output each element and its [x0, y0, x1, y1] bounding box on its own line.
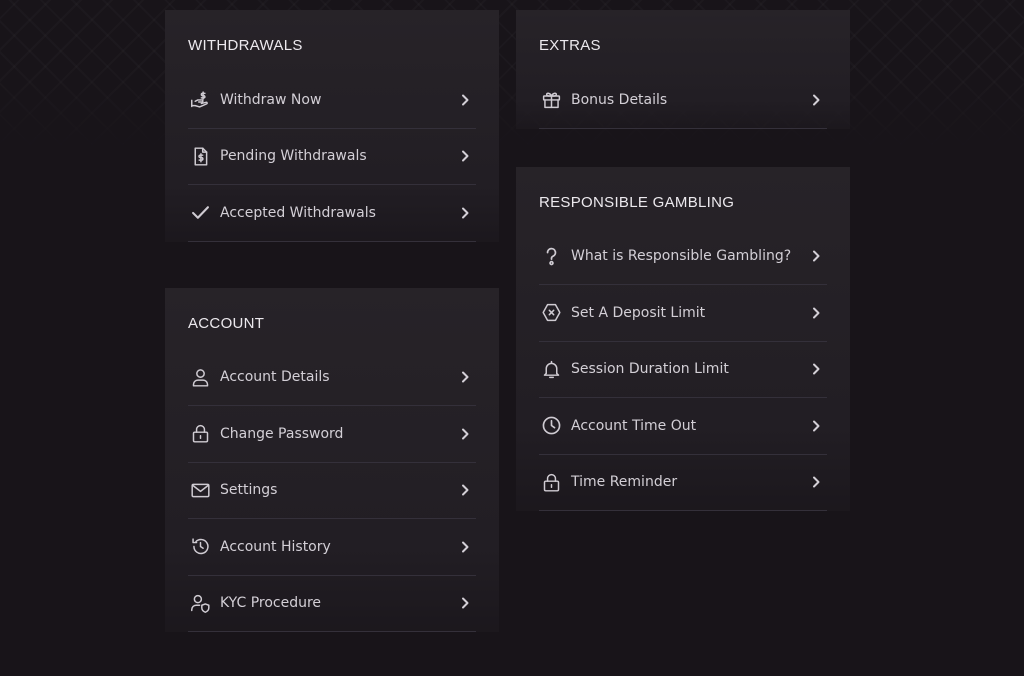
menu-item-label: Set A Deposit Limit [571, 304, 706, 321]
bell-icon [539, 357, 563, 381]
hand-dollar-icon [188, 88, 212, 112]
menu-item-session-duration-limit[interactable]: Session Duration Limit [539, 342, 827, 398]
menu-item-account-time-out[interactable]: Account Time Out [539, 398, 827, 455]
chevron-right-icon [458, 93, 472, 107]
chevron-right-icon [458, 427, 472, 441]
right-column: EXTRAS Bonus Details RESPONSIBLE GAMBLIN… [516, 10, 850, 511]
extras-card: EXTRAS Bonus Details [516, 10, 850, 129]
withdrawals-card: WITHDRAWALS Withdraw Now Pending Withdra… [165, 10, 499, 242]
octagon-x-icon [539, 301, 563, 325]
envelope-icon [188, 478, 212, 502]
clock-icon [539, 414, 563, 438]
menu-item-account-details[interactable]: Account Details [188, 350, 476, 406]
menu-item-label: Account History [220, 538, 331, 555]
menu-item-label: Account Details [220, 369, 330, 386]
menu-item-what-is-responsible-gambling[interactable]: What is Responsible Gambling? [539, 229, 827, 285]
chevron-right-icon [809, 306, 823, 320]
lock-icon [188, 422, 212, 446]
menu-item-pending-withdrawals[interactable]: Pending Withdrawals [188, 129, 476, 185]
chevron-right-icon [458, 149, 472, 163]
menu-item-label: Session Duration Limit [571, 361, 729, 378]
menu-item-label: What is Responsible Gambling? [571, 248, 792, 265]
chevron-right-icon [809, 419, 823, 433]
user-icon [188, 365, 212, 389]
menu-item-label: Account Time Out [571, 417, 697, 434]
question-icon [539, 244, 563, 268]
menu-item-label: Settings [220, 482, 278, 499]
responsible-gambling-title: RESPONSIBLE GAMBLING [539, 193, 735, 211]
chevron-right-icon [809, 362, 823, 376]
chevron-right-icon [458, 206, 472, 220]
menu-item-settings[interactable]: Settings [188, 463, 476, 519]
user-shield-icon [188, 591, 212, 615]
menu-item-account-history[interactable]: Account History [188, 519, 476, 576]
chevron-right-icon [809, 249, 823, 263]
checkmark-icon [188, 201, 212, 225]
chevron-right-icon [458, 596, 472, 610]
lock-icon [539, 470, 563, 494]
menu-item-label: Pending Withdrawals [220, 148, 367, 165]
gift-icon [539, 88, 563, 112]
chevron-right-icon [458, 370, 472, 384]
menu-item-time-reminder[interactable]: Time Reminder [539, 455, 827, 511]
account-card: ACCOUNT Account Details Change Password … [165, 287, 499, 632]
chevron-right-icon [809, 93, 823, 107]
chevron-right-icon [458, 483, 472, 497]
menu-item-label: Time Reminder [571, 474, 678, 491]
chevron-right-icon [458, 540, 472, 554]
menu-item-label: Withdraw Now [220, 91, 322, 108]
menu-item-change-password[interactable]: Change Password [188, 406, 476, 463]
extras-title: EXTRAS [539, 37, 601, 54]
history-icon [188, 535, 212, 559]
responsible-gambling-card: RESPONSIBLE GAMBLING What is Responsible… [516, 166, 850, 511]
menu-item-label: Change Password [220, 425, 344, 442]
chevron-right-icon [809, 475, 823, 489]
menu-item-label: Accepted Withdrawals [220, 204, 376, 221]
menu-item-kyc-procedure[interactable]: KYC Procedure [188, 576, 476, 632]
menu-item-label: KYC Procedure [220, 595, 322, 612]
left-column: WITHDRAWALS Withdraw Now Pending Withdra… [165, 10, 499, 632]
menu-item-label: Bonus Details [571, 91, 668, 108]
withdrawals-title: WITHDRAWALS [188, 37, 303, 54]
menu-item-bonus-details[interactable]: Bonus Details [539, 72, 827, 129]
account-title: ACCOUNT [188, 314, 265, 332]
menu-item-withdraw-now[interactable]: Withdraw Now [188, 72, 476, 129]
menu-item-accepted-withdrawals[interactable]: Accepted Withdrawals [188, 185, 476, 242]
invoice-dollar-icon [188, 144, 212, 168]
menu-item-set-deposit-limit[interactable]: Set A Deposit Limit [539, 285, 827, 342]
